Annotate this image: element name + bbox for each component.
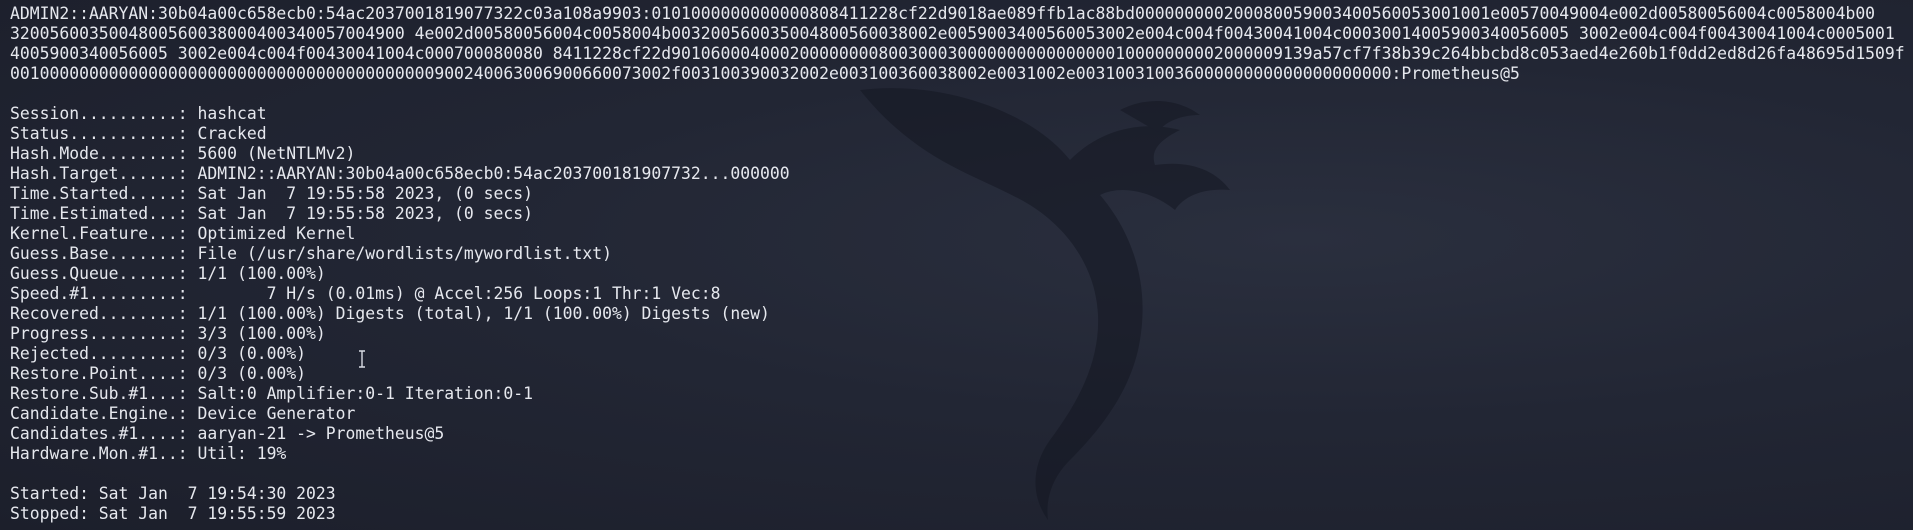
hash-line-4: 0010000000000000000000000000000000000000…	[10, 64, 1905, 84]
stopped-line: Stopped: Sat Jan 7 19:55:59 2023	[10, 504, 336, 523]
status-key: Candidate.Engine.:	[10, 404, 188, 423]
status-row: Restore.Sub.#1...: Salt:0 Amplifier:0-1 …	[10, 384, 1905, 404]
terminal-window[interactable]: ADMIN2::AARYAN:30b04a00c658ecb0:54ac2037…	[0, 0, 1913, 530]
status-value: Cracked	[187, 124, 267, 143]
status-row: Candidates.#1....: aaryan-21 -> Promethe…	[10, 424, 1905, 444]
status-row: Speed.#1.........: 7 H/s (0.01ms) @ Acce…	[10, 284, 1905, 304]
status-key: Candidates.#1....:	[10, 424, 188, 443]
status-key: Session..........:	[10, 104, 188, 123]
status-row: Status...........: Cracked	[10, 124, 1905, 144]
status-value: File (/usr/share/wordlists/mywordlist.tx…	[187, 244, 612, 263]
status-row: Candidate.Engine.: Device Generator	[10, 404, 1905, 424]
status-value: Device Generator	[187, 404, 356, 423]
status-key: Hash.Target......:	[10, 164, 188, 183]
status-key: Restore.Point....:	[10, 364, 188, 383]
status-key: Restore.Sub.#1...:	[10, 384, 188, 403]
status-key: Guess.Base.......:	[10, 244, 188, 263]
status-row: Recovered........: 1/1 (100.00%) Digests…	[10, 304, 1905, 324]
status-row: Time.Started.....: Sat Jan 7 19:55:58 20…	[10, 184, 1905, 204]
terminal-output: ADMIN2::AARYAN:30b04a00c658ecb0:54ac2037…	[10, 4, 1905, 524]
status-value: aaryan-21 -> Prometheus@5	[187, 424, 445, 443]
status-key: Status...........:	[10, 124, 188, 143]
status-key: Time.Estimated...:	[10, 204, 188, 223]
status-row: Hardware.Mon.#1..: Util: 19%	[10, 444, 1905, 464]
status-value: Optimized Kernel	[187, 224, 356, 243]
started-line: Started: Sat Jan 7 19:54:30 2023	[10, 484, 336, 503]
status-value: 1/1 (100.00%)	[187, 264, 326, 283]
status-key: Time.Started.....:	[10, 184, 188, 203]
status-row: Rejected.........: 0/3 (0.00%)	[10, 344, 1905, 364]
status-row: Kernel.Feature...: Optimized Kernel	[10, 224, 1905, 244]
status-key: Rejected.........:	[10, 344, 188, 363]
status-row: Time.Estimated...: Sat Jan 7 19:55:58 20…	[10, 204, 1905, 224]
status-value: 0/3 (0.00%)	[187, 364, 307, 383]
status-value: 1/1 (100.00%) Digests (total), 1/1 (100.…	[187, 304, 770, 323]
status-value: 5600 (NetNTLMv2)	[187, 144, 356, 163]
status-value: Sat Jan 7 19:55:58 2023, (0 secs)	[187, 184, 534, 203]
status-row: Session..........: hashcat	[10, 104, 1905, 124]
status-row: Guess.Queue......: 1/1 (100.00%)	[10, 264, 1905, 284]
status-value: Util: 19%	[187, 444, 287, 463]
status-key: Hash.Mode........:	[10, 144, 188, 163]
cracked-password: Prometheus@5	[1401, 64, 1519, 84]
status-value: Salt:0 Amplifier:0-1 Iteration:0-1	[187, 384, 534, 403]
status-key: Hardware.Mon.#1..:	[10, 444, 188, 463]
hash-line-2: 3200560035004800560038000400340057004900…	[10, 24, 1895, 43]
status-key: Recovered........:	[10, 304, 188, 323]
status-block: Session..........: hashcat Status.......…	[10, 104, 1905, 464]
status-row: Guess.Base.......: File (/usr/share/word…	[10, 244, 1905, 264]
status-row: Progress.........: 3/3 (100.00%)	[10, 324, 1905, 344]
status-value: Sat Jan 7 19:55:58 2023, (0 secs)	[187, 204, 534, 223]
status-key: Kernel.Feature...:	[10, 224, 188, 243]
status-value: 3/3 (100.00%)	[187, 324, 326, 343]
cracked-password-text: Prometheus@5	[1401, 64, 1520, 83]
status-value: hashcat	[187, 104, 267, 123]
status-row: Hash.Mode........: 5600 (NetNTLMv2)	[10, 144, 1905, 164]
status-key: Speed.#1.........:	[10, 284, 188, 303]
status-value: 7 H/s (0.01ms) @ Accel:256 Loops:1 Thr:1…	[187, 284, 721, 303]
status-value: ADMIN2::AARYAN:30b04a00c658ecb0:54ac2037…	[187, 164, 790, 183]
hash-line-4-text: 0010000000000000000000000000000000000000…	[10, 64, 1402, 83]
status-row: Hash.Target......: ADMIN2::AARYAN:30b04a…	[10, 164, 1905, 184]
status-key: Progress.........:	[10, 324, 188, 343]
status-key: Guess.Queue......:	[10, 264, 188, 283]
hash-line-3: 4005900340056005 3002e004c004f0043004100…	[10, 44, 1905, 63]
status-row: Restore.Point....: 0/3 (0.00%)	[10, 364, 1905, 384]
status-value: 0/3 (0.00%)	[187, 344, 307, 363]
text-cursor-icon	[359, 350, 365, 368]
hash-line-1: ADMIN2::AARYAN:30b04a00c658ecb0:54ac2037…	[10, 4, 1876, 23]
